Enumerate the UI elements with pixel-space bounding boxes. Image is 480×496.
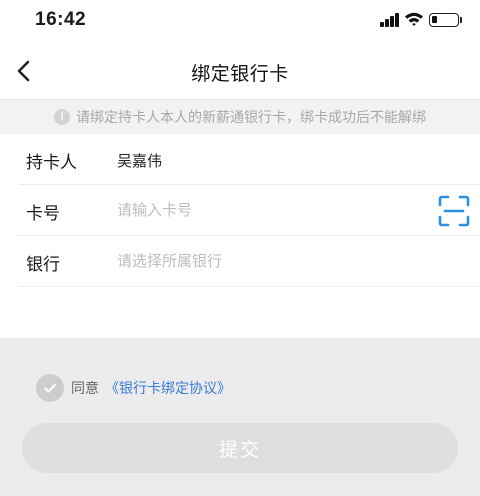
page-title: 绑定银行卡 [191, 63, 289, 85]
scan-icon[interactable] [438, 195, 470, 227]
agreement-text: 同意 [71, 381, 99, 397]
notice-banner: ! 请绑定持卡人本人的新薪通银行卡，绑卡成功后不能解绑 [0, 100, 480, 134]
battery-icon [429, 13, 459, 27]
bind-card-form: 持卡人 吴嘉伟 卡号 银行 [0, 134, 480, 338]
notice-text: 请绑定持卡人本人的新薪通银行卡，绑卡成功后不能解绑 [76, 110, 426, 126]
card-number-label: 卡号 [26, 204, 60, 224]
nav-bar: 绑定银行卡 [0, 42, 480, 100]
agreement: 同意 《银行卡绑定协议》 [36, 374, 231, 402]
status-bar: 16:42 [0, 0, 480, 42]
info-icon: ! [54, 109, 70, 125]
status-time: 16:42 [35, 9, 87, 30]
bank-label: 银行 [26, 255, 60, 275]
cardholder-label: 持卡人 [26, 153, 77, 173]
bank-row[interactable]: 银行 [0, 236, 480, 287]
submit-button[interactable]: 提交 [22, 423, 458, 473]
battery-cap [460, 17, 462, 23]
signal-icon [380, 13, 400, 27]
bank-select[interactable] [117, 248, 417, 274]
agreement-checkbox[interactable] [36, 374, 64, 402]
check-icon [44, 383, 56, 393]
divider [18, 286, 480, 287]
wifi-icon [405, 12, 423, 26]
cardholder-value: 吴嘉伟 [117, 152, 163, 170]
cardholder-row: 持卡人 吴嘉伟 [0, 134, 480, 185]
agreement-link[interactable]: 《银行卡绑定协议》 [105, 378, 231, 398]
card-number-input[interactable] [117, 197, 417, 223]
card-number-row: 卡号 [0, 185, 480, 236]
